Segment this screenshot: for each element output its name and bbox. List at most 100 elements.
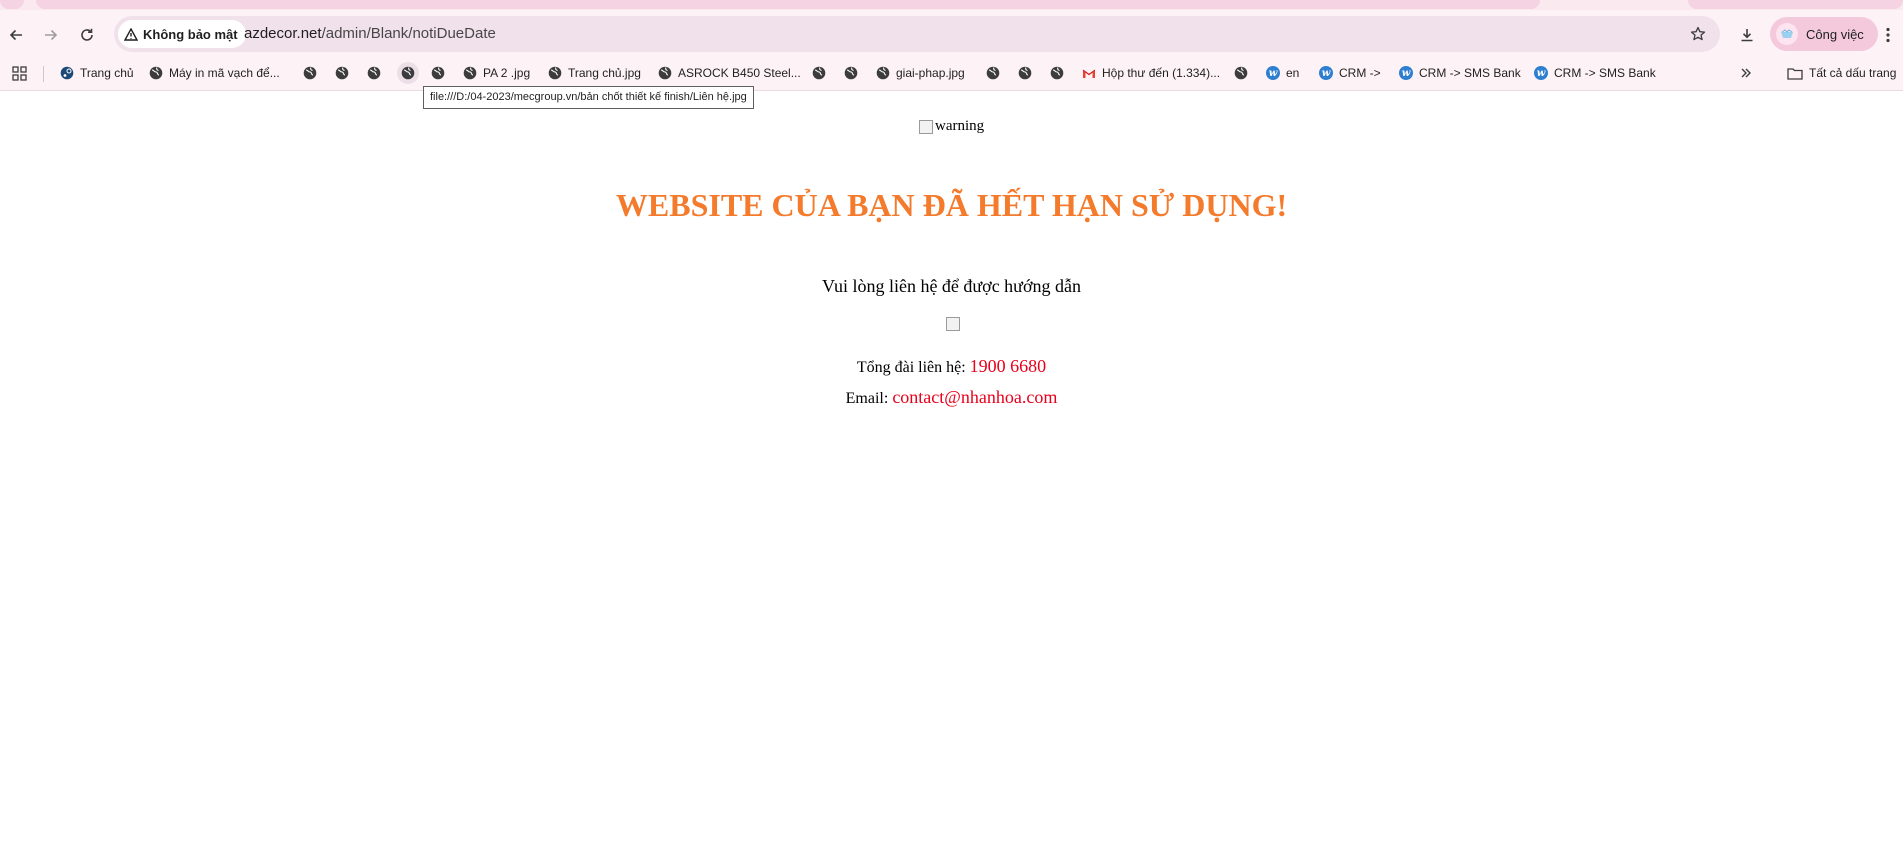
bookmark-item[interactable] [1232,62,1250,84]
profile-avatar-icon [1776,23,1798,45]
url-host: azdecor.net [244,25,322,42]
bookmark-item[interactable]: ASROCK B450 Steel... [656,62,803,84]
bookmark-item[interactable]: w CRM -> SMS Bank [1397,62,1523,84]
bookmark-label: CRM -> [1339,66,1381,80]
bookmark-item[interactable] [1048,62,1066,84]
wordpress-icon: w [1399,66,1413,80]
bookmark-item[interactable] [333,62,351,84]
profile-label: Công việc [1806,26,1864,42]
phone-line: Tổng đài liên hệ: 1900 6680 [0,356,1903,377]
bookmarks-separator [43,66,44,82]
bookmarks-bar: Trang chủ Máy in mã vạch để... PA 2 .jpg… [0,56,1903,91]
forward-button[interactable] [37,21,65,49]
all-bookmarks-label: Tất cả dấu trang [1809,66,1897,80]
star-icon [1690,26,1706,41]
email-address[interactable]: contact@nhanhoa.com [892,387,1057,407]
globe-icon [1018,66,1032,80]
globe-icon [1234,66,1248,80]
phone-label: Tổng đài liên hệ: [856,359,966,376]
active-tab[interactable] [36,0,1540,9]
browser-menu-button[interactable] [1876,21,1900,49]
wordpress-icon: w [1266,66,1280,80]
warning-triangle-icon [124,27,138,41]
bookmark-item[interactable] [842,62,860,84]
bookmark-label: Trang chủ.jpg [568,66,641,80]
tab-fragment-right[interactable] [1688,0,1903,9]
bookmark-item[interactable]: PA 2 .jpg [461,62,532,84]
bookmark-label: PA 2 .jpg [483,66,531,80]
back-button[interactable] [2,21,30,49]
bookmark-item[interactable]: Hộp thư đến (1.334)... [1080,62,1222,84]
globe-icon [876,66,890,80]
bookmark-item[interactable]: w CRM -> SMS Bank [1532,62,1658,84]
url-path: /admin/Blank/notiDueDate [321,25,496,42]
bookmark-item[interactable]: Trang chủ.jpg [546,62,643,84]
gmail-icon [1082,69,1096,78]
wordpress-icon: w [1534,66,1548,80]
bookmark-label: Máy in mã vạch để... [169,66,280,80]
tab-fragment-left[interactable] [0,0,24,9]
arrow-left-icon [9,29,22,41]
broken-image-icon [919,119,933,134]
globe-icon [844,66,858,80]
wordpress-icon: w [1319,66,1333,80]
globe-icon [367,66,381,80]
broken-image-icon [946,317,960,331]
globe-icon [548,66,562,80]
bookmark-item[interactable] [365,62,383,84]
reload-button[interactable] [73,21,101,49]
bookmark-item[interactable]: Máy in mã vạch để... [147,62,282,84]
bookmark-label: Hộp thư đến (1.334)... [1102,66,1221,80]
globe-icon [812,66,826,80]
contact-image [946,317,960,336]
page-content: warning WEBSITE CỦA BẠN ĐÃ HẾT HẠN SỬ DỤ… [0,91,1903,846]
bookmark-label: Trang chủ [80,66,134,80]
bookmark-item[interactable]: w CRM -> [1317,62,1383,84]
steam-icon [60,66,74,80]
bookmark-item[interactable]: w en [1264,62,1301,84]
bookmark-label: CRM -> SMS Bank [1554,66,1656,80]
globe-icon [401,66,415,80]
warning-image: warning [919,118,984,135]
tab-strip [0,0,1903,10]
bookmark-label: giai-phap.jpg [896,66,965,80]
apps-button[interactable] [10,62,29,84]
arrow-right-icon [45,29,58,41]
bookmark-item[interactable] [810,62,828,84]
bookmark-item[interactable]: giai-phap.jpg [874,62,967,84]
globe-icon [658,66,672,80]
email-label: Email: [845,390,889,407]
bookmark-label: en [1286,66,1300,80]
security-chip[interactable]: Không bảo mật [118,20,246,48]
bookmark-item[interactable] [1016,62,1034,84]
bookmarks-overflow-button[interactable] [1738,62,1754,84]
email-line: Email: contact@nhanhoa.com [0,387,1903,408]
globe-icon [149,66,163,80]
address-bar[interactable]: Không bảo mật azdecor.net/admin/Blank/no… [114,16,1720,52]
globe-icon [431,66,445,80]
globe-icon [463,66,477,80]
browser-toolbar: Không bảo mật azdecor.net/admin/Blank/no… [0,10,1903,56]
folder-icon [1787,67,1803,80]
all-bookmarks-button[interactable]: Tất cả dấu trang [1785,62,1898,84]
bookmark-star-button[interactable] [1686,22,1710,46]
contact-instruction: Vui lòng liên hệ để được hướng dẫn [822,276,1081,296]
bookmark-item[interactable] [429,62,447,84]
bookmark-label: ASROCK B450 Steel... [678,66,801,80]
downloads-button[interactable] [1733,21,1761,49]
security-label: Không bảo mật [143,26,238,42]
bookmark-item[interactable]: Trang chủ [58,62,136,84]
globe-icon [1050,66,1064,80]
bookmark-label: CRM -> SMS Bank [1419,66,1521,80]
phone-number[interactable]: 1900 6680 [970,356,1047,376]
kebab-menu-icon [1886,27,1890,43]
profile-button[interactable]: Công việc [1770,17,1878,51]
globe-icon [303,66,317,80]
reload-icon [81,28,93,41]
warning-alt-text: warning [935,118,985,134]
bookmark-item[interactable] [984,62,1002,84]
bookmark-item-hovered[interactable] [397,62,419,84]
url-text[interactable]: azdecor.net/admin/Blank/notiDueDate [244,25,496,42]
chevron-double-right-icon [1741,68,1751,78]
bookmark-item[interactable] [301,62,319,84]
